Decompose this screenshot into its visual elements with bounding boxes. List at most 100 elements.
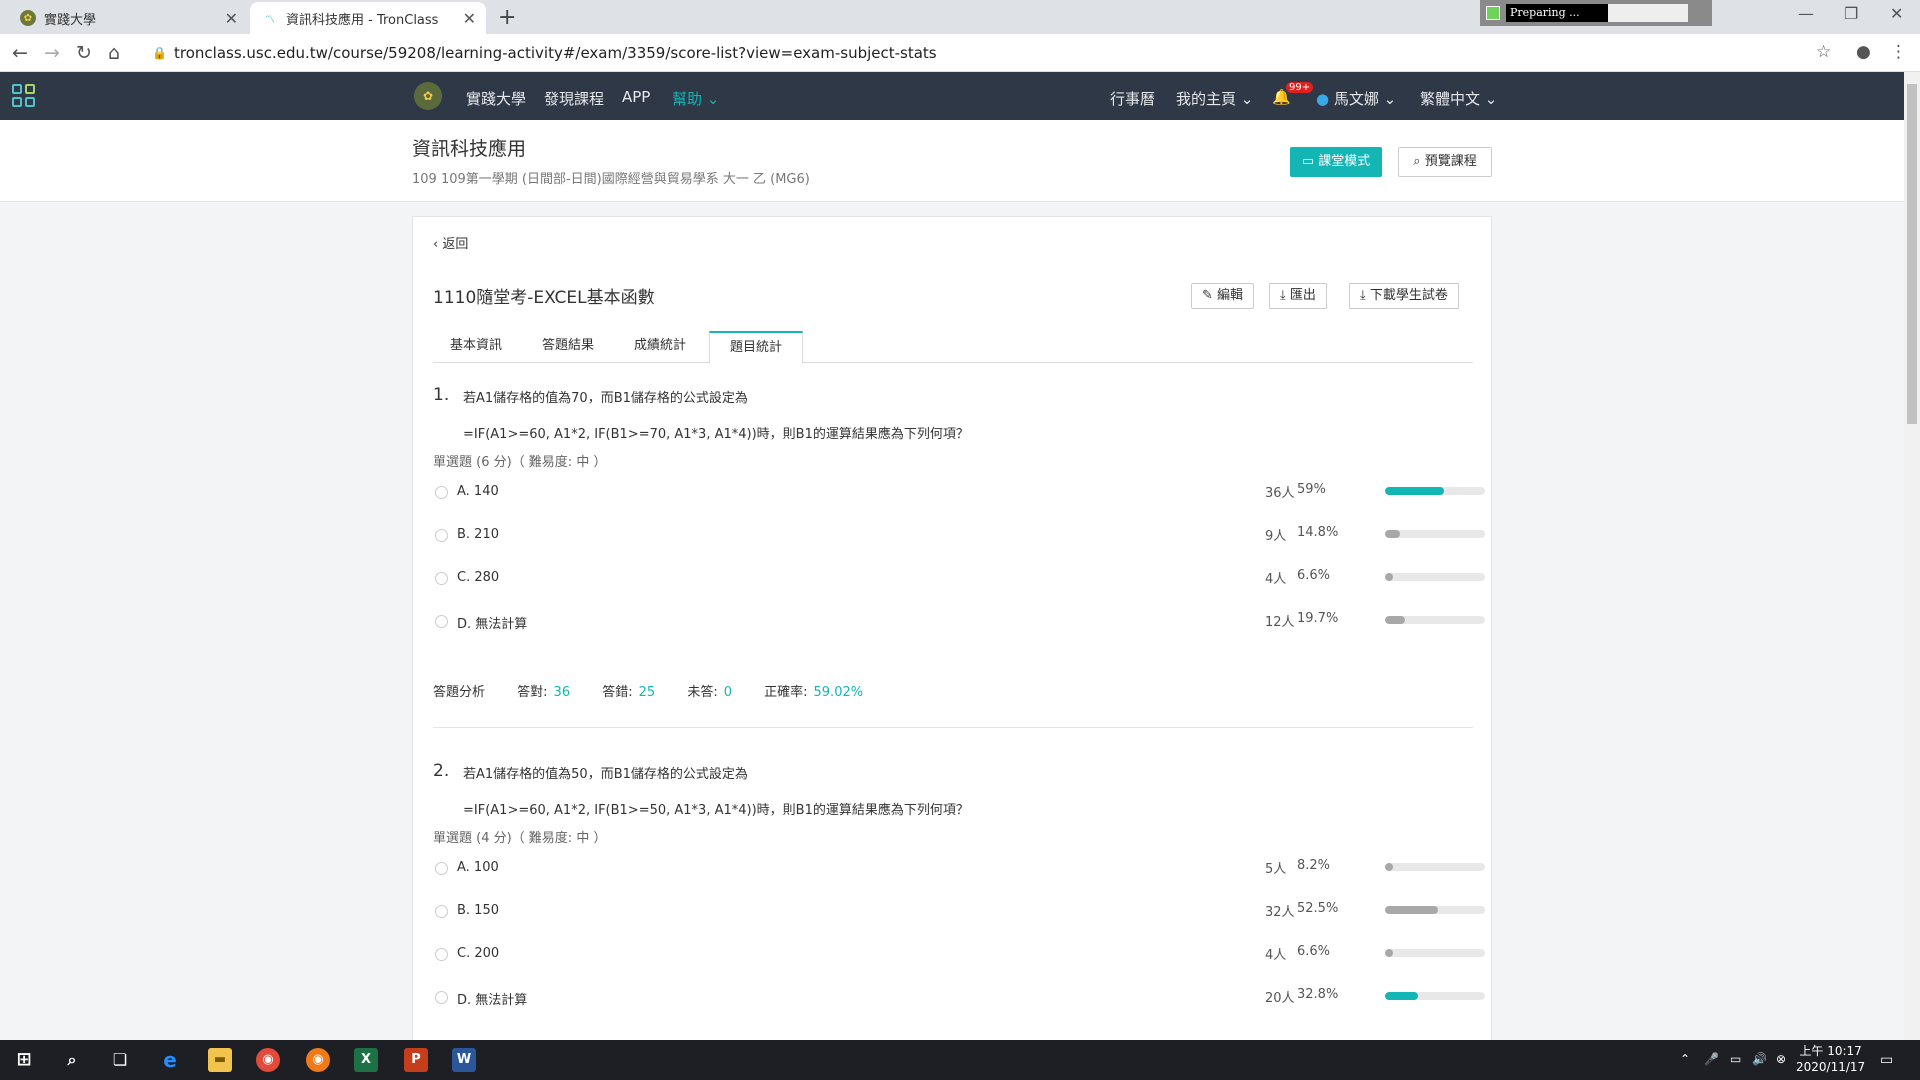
search-icon[interactable]: ⌕: [60, 1048, 84, 1072]
windows-taskbar: ⊞ ⌕ ❏ e ▬ ◉ ◉ X P W ⌃ 🎤 ▭ 🔊 ⊗ 上午 10:17 20…: [0, 1040, 1920, 1080]
school-logo[interactable]: ✿: [414, 82, 442, 110]
excel-icon[interactable]: X: [354, 1048, 378, 1072]
download-papers-button[interactable]: ⤓ 下載學生試卷: [1349, 283, 1459, 309]
correct-count: 36: [553, 685, 571, 700]
radio-icon: [435, 615, 448, 628]
bookmark-star-icon[interactable]: ☆: [1816, 42, 1831, 62]
percentage-bar: [1385, 573, 1485, 581]
wrong-count: 25: [638, 685, 656, 700]
class-mode-button[interactable]: ▭ 課堂模式: [1290, 147, 1382, 177]
back-link[interactable]: ‹ 返回: [433, 233, 468, 252]
page-scrollbar[interactable]: [1904, 72, 1920, 1040]
exam-card: ‹ 返回 1110隨堂考-EXCEL基本函數 ✎ 編輯 ⤓ 匯出 ⤓ 下載學生試…: [412, 216, 1492, 1046]
radio-icon: [435, 948, 448, 961]
question-formula: =IF(A1>=60, A1*2, IF(B1>=50, A1*3, A1*4)…: [463, 803, 969, 818]
close-tab-icon[interactable]: ✕: [463, 9, 476, 28]
browser-tab[interactable]: ✿ 實踐大學 ✕: [8, 2, 248, 34]
radio-icon: [435, 905, 448, 918]
chrome-icon[interactable]: ◉: [256, 1048, 280, 1072]
tab-score-stats[interactable]: 成績統計: [617, 331, 703, 363]
nav-home[interactable]: 我的主頁 ⌄: [1176, 88, 1253, 109]
option-row: C. 280 4人 6.6%: [433, 567, 1485, 591]
user-avatar-icon: ●: [1316, 90, 1330, 108]
url-field[interactable]: 🔒 tronclass.usc.edu.tw/course/59208/lear…: [142, 38, 1842, 68]
nav-help[interactable]: 幫助 ⌄: [672, 88, 719, 109]
user-menu[interactable]: ● 馬文娜 ⌄: [1316, 88, 1396, 109]
percentage-bar: [1385, 487, 1485, 495]
option-row: B. 150 32人 52.5%: [433, 900, 1485, 924]
bar-fill: [1385, 992, 1418, 1000]
unanswered-count: 0: [723, 685, 732, 700]
question-type: 單選題 (4 分)（ 難易度: 中 ）: [433, 831, 607, 846]
new-tab-button[interactable]: +: [498, 5, 516, 30]
microphone-icon[interactable]: 🎤: [1704, 1052, 1719, 1066]
bar-fill: [1385, 573, 1393, 581]
task-view-icon[interactable]: ❏: [108, 1048, 132, 1072]
tray-app-icon[interactable]: ⊗: [1776, 1052, 1786, 1066]
scrollbar-thumb[interactable]: [1907, 84, 1917, 424]
percentage-bar: [1385, 949, 1485, 957]
menu-dots-icon[interactable]: ⋮: [1890, 42, 1907, 62]
file-explorer-icon[interactable]: ▬: [208, 1048, 232, 1072]
word-icon[interactable]: W: [452, 1048, 476, 1072]
windows-start-icon[interactable]: ⊞: [12, 1048, 36, 1072]
home-icon[interactable]: ⌂: [108, 42, 120, 64]
exam-tabs: 基本資訊 答題結果 成績統計 題目統計: [433, 331, 1473, 364]
download-icon: ⤓: [1280, 288, 1286, 303]
bar-fill: [1385, 616, 1405, 624]
forward-arrow-icon[interactable]: →: [44, 42, 60, 64]
minimize-icon[interactable]: —: [1798, 4, 1814, 23]
nav-discover[interactable]: 發現課程: [544, 88, 604, 109]
radio-icon: [435, 991, 448, 1004]
chevron-down-icon: ⌄: [706, 90, 720, 108]
answer-analysis: 答題分析 答對: 36 答錯: 25 未答: 0 正確率: 59.02%: [433, 685, 864, 700]
bar-fill: [1385, 949, 1393, 957]
percentage-bar: [1385, 616, 1485, 624]
language-menu[interactable]: 繁體中文 ⌄: [1420, 88, 1497, 109]
nav-school[interactable]: 實踐大學: [466, 88, 526, 109]
volume-icon[interactable]: 🔊: [1752, 1052, 1767, 1066]
restore-icon[interactable]: ❐: [1844, 4, 1858, 23]
chevron-up-icon[interactable]: ⌃: [1680, 1052, 1690, 1066]
clock[interactable]: 上午 10:17 2020/11/17: [1796, 1043, 1865, 1075]
preview-course-button[interactable]: ⌕ 預覽課程: [1398, 147, 1492, 177]
lock-icon: 🔒: [152, 46, 167, 60]
option-row: D. 無法計算 20人 32.8%: [433, 986, 1485, 1010]
tab-question-stats[interactable]: 題目統計: [709, 331, 803, 364]
option-row: A. 140 36人 59%: [433, 481, 1485, 505]
chevron-down-icon: ⌄: [1484, 90, 1498, 108]
tab-basic-info[interactable]: 基本資訊: [433, 331, 519, 363]
question-number: 1.: [433, 385, 450, 405]
apps-grid-icon[interactable]: [12, 84, 36, 108]
chevron-down-icon: ⌄: [1240, 90, 1254, 108]
browser-tab-active[interactable]: 〽 資訊科技應用 - TronClass ✕: [250, 2, 486, 34]
close-window-icon[interactable]: ✕: [1890, 4, 1903, 23]
powerpoint-icon[interactable]: P: [404, 1048, 428, 1072]
recording-status: Preparing ...: [1480, 0, 1712, 26]
radio-icon: [435, 486, 448, 499]
back-arrow-icon[interactable]: ←: [12, 42, 28, 64]
percentage-bar: [1385, 992, 1485, 1000]
percentage-bar: [1385, 863, 1485, 871]
nav-calendar[interactable]: 行事曆: [1110, 88, 1155, 109]
tab-title: 實踐大學: [44, 12, 97, 28]
course-subtitle: 109 109第一學期 (日間部-日間)國際經營與貿易學系 大一 乙 (MG6): [412, 172, 810, 187]
school-favicon-icon: ✿: [20, 10, 36, 26]
browser-tab-bar: ✿ 實踐大學 ✕ 〽 資訊科技應用 - TronClass ✕ + Prepar…: [0, 0, 1920, 34]
firefox-icon[interactable]: ◉: [306, 1048, 330, 1072]
preparing-text: Preparing ...: [1506, 4, 1608, 22]
nav-app[interactable]: APP: [622, 88, 650, 106]
tab-answer-results[interactable]: 答題結果: [525, 331, 611, 363]
network-icon[interactable]: ▭: [1730, 1052, 1741, 1066]
question-text: 若A1儲存格的值為50，而B1儲存格的公式設定為: [463, 767, 748, 782]
profile-icon[interactable]: ●: [1856, 42, 1871, 62]
option-row: B. 210 9人 14.8%: [433, 524, 1485, 548]
notification-center-icon[interactable]: ▭: [1880, 1052, 1893, 1068]
close-tab-icon[interactable]: ✕: [225, 9, 238, 28]
question-text: 若A1儲存格的值為70，而B1儲存格的公式設定為: [463, 391, 748, 406]
export-button[interactable]: ⤓ 匯出: [1269, 283, 1327, 309]
edge-icon[interactable]: e: [158, 1048, 182, 1072]
edit-button[interactable]: ✎ 編輯: [1191, 283, 1255, 309]
reload-icon[interactable]: ↻: [76, 42, 92, 64]
exam-title: 1110隨堂考-EXCEL基本函數: [433, 288, 655, 308]
